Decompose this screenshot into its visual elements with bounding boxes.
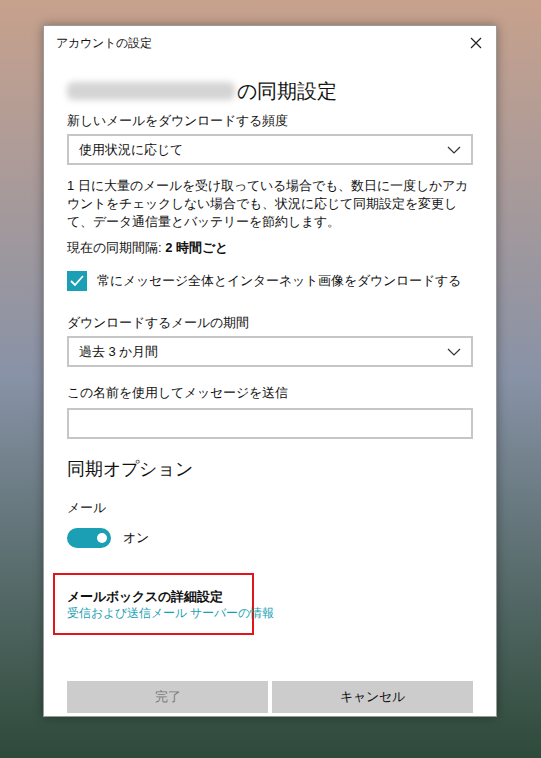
desktop: アカウントの設定の同期設定新しいメールをダウンロードする頻度使用状況に応じて 1 … — [0, 0, 541, 758]
frequency-select[interactable]: 使用状況に応じて — [67, 134, 473, 165]
server-info-link[interactable]: 受信および送信メール サーバーの情報 — [67, 605, 240, 621]
button-row: 完了キャンセル — [67, 681, 473, 713]
full-download-checkbox[interactable]: 常にメッセージ全体とインターネット画像をダウンロードする — [67, 271, 473, 291]
sync-options-title: 同期オプション — [67, 458, 473, 480]
sync-interval: 現在の同期間隔: 2 時間ごと — [67, 239, 473, 257]
period-label: ダウンロードするメールの期間 — [67, 315, 473, 330]
chevron-down-icon — [447, 146, 461, 154]
period-select[interactable]: 過去 3 か月間 — [67, 336, 473, 367]
dialog-button[interactable]: キャンセル — [272, 681, 473, 713]
advanced-settings: メールボックスの詳細設定受信および送信メール サーバーの情報 — [53, 573, 254, 635]
advanced-title: メールボックスの詳細設定 — [67, 588, 240, 605]
mail-toggle[interactable]: オン — [67, 528, 473, 548]
description: 1 日に大量のメールを受け取っている場合でも、数日に一度しかアカウントをチェック… — [67, 177, 473, 231]
sender-name-label: この名前を使用してメッセージを送信 — [67, 385, 473, 400]
dialog-content: の同期設定新しいメールをダウンロードする頻度使用状況に応じて 1 日に大量のメール… — [44, 60, 496, 713]
window-title: アカウントの設定 — [56, 34, 152, 52]
title-bar: アカウントの設定 — [44, 26, 496, 60]
frequency-label: 新しいメールをダウンロードする頻度 — [67, 113, 473, 128]
check-icon — [70, 275, 84, 287]
mail-label: メール — [67, 500, 473, 515]
dialog-button[interactable]: 完了 — [67, 681, 268, 713]
chevron-down-icon — [447, 348, 461, 356]
blurred-account — [67, 82, 235, 100]
settings-dialog: アカウントの設定の同期設定新しいメールをダウンロードする頻度使用状況に応じて 1 … — [43, 25, 497, 717]
sync-heading: の同期設定 — [67, 79, 473, 103]
close-icon[interactable] — [470, 37, 482, 49]
sender-name-input[interactable] — [67, 408, 473, 439]
